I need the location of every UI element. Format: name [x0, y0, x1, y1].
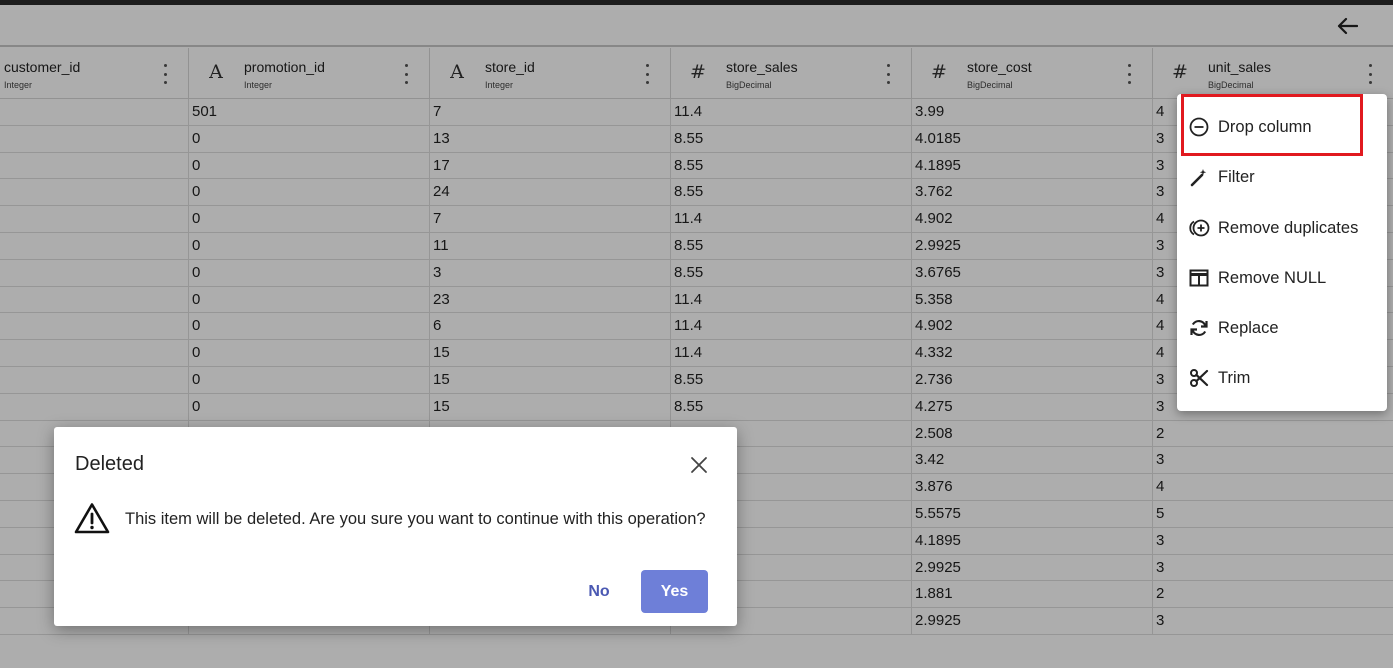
menu-item-replace[interactable]: Replace — [1177, 306, 1387, 350]
no-button[interactable]: No — [575, 571, 623, 611]
column-context-menu: Drop column Filter Remove duplicates Rem… — [1177, 94, 1387, 411]
delete-confirm-dialog: Deleted This item will be deleted. Are y… — [54, 427, 737, 626]
menu-item-remove-null[interactable]: Remove NULL — [1177, 256, 1387, 300]
menu-item-label: Remove duplicates — [1218, 218, 1359, 237]
scissors-icon — [1188, 367, 1210, 389]
close-button[interactable] — [690, 456, 708, 474]
menu-item-label: Drop column — [1218, 117, 1312, 136]
minus-circle-icon — [1188, 116, 1210, 138]
menu-item-drop-column[interactable]: Drop column — [1177, 105, 1387, 149]
magic-wand-icon — [1188, 166, 1210, 188]
menu-item-label: Filter — [1218, 167, 1255, 186]
menu-item-label: Trim — [1218, 368, 1251, 387]
refresh-icon — [1188, 317, 1210, 339]
menu-item-label: Replace — [1218, 318, 1279, 337]
warning-icon — [74, 502, 110, 534]
table-columns-icon — [1188, 267, 1210, 289]
dialog-title: Deleted — [75, 453, 144, 475]
menu-item-filter[interactable]: Filter — [1177, 155, 1387, 199]
close-icon — [691, 457, 707, 473]
add-circle-duplicate-icon — [1188, 217, 1210, 239]
menu-item-remove-duplicates[interactable]: Remove duplicates — [1177, 206, 1387, 250]
menu-item-label: Remove NULL — [1218, 268, 1327, 287]
dialog-message: This item will be deleted. Are you sure … — [125, 510, 706, 528]
yes-button[interactable]: Yes — [641, 570, 708, 613]
menu-item-trim[interactable]: Trim — [1177, 356, 1387, 400]
